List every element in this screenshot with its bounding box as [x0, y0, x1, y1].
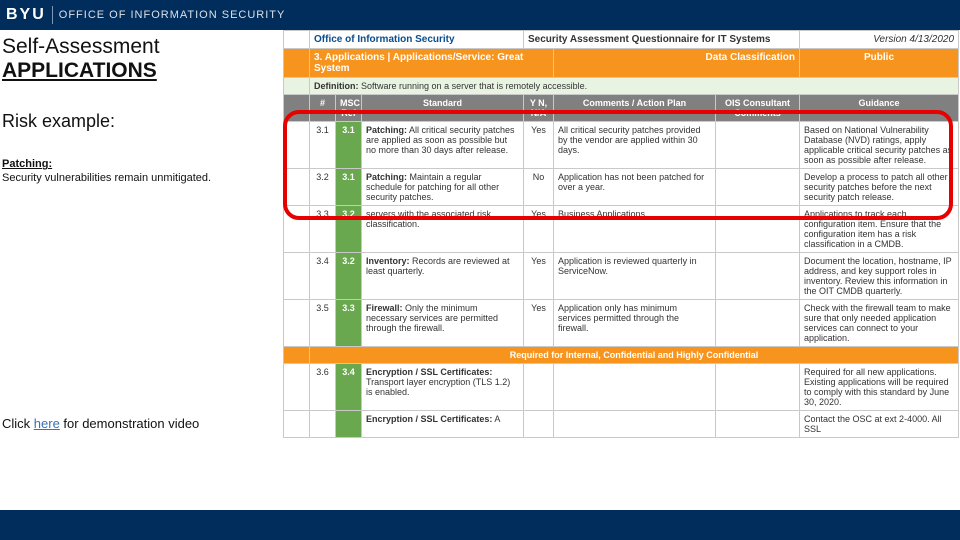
sheet-version: Version 4/13/2020: [800, 31, 959, 49]
row-num: 3.2: [310, 169, 336, 206]
row-guidance: Check with the firewall team to make sur…: [800, 300, 959, 347]
row-msc: 3.4: [336, 364, 362, 411]
patch-text: Security vulnerabilities remain unmitiga…: [2, 172, 211, 184]
row-ois: [716, 300, 800, 347]
row-standard: Encryption / SSL Certificates: Transport…: [362, 364, 524, 411]
row-ois: [716, 364, 800, 411]
row-comment: [554, 411, 716, 438]
top-banner: BYU OFFICE OF INFORMATION SECURITY: [0, 0, 960, 30]
col-ois: OIS Consultant Comments: [716, 95, 800, 122]
row-comment: All critical security patches provided b…: [554, 122, 716, 169]
title-line1: Self-Assessment: [2, 34, 275, 59]
row-comment: Application has not been patched for ove…: [554, 169, 716, 206]
row-num: 3.4: [310, 253, 336, 300]
row-num: [310, 411, 336, 438]
patch-block: Patching: Security vulnerabilities remai…: [2, 158, 275, 186]
assessment-table: Office of Information Security Security …: [283, 30, 959, 438]
row-guidance: Based on National Vulnerability Database…: [800, 122, 959, 169]
office-title: OFFICE OF INFORMATION SECURITY: [53, 9, 286, 21]
row-comment: [554, 364, 716, 411]
definition-row: Definition: Software running on a server…: [284, 78, 959, 95]
row-comment: Business Applications.: [554, 206, 716, 253]
col-guidance: Guidance: [800, 95, 959, 122]
row-msc: 3.1: [336, 169, 362, 206]
def-label: Definition:: [314, 81, 359, 91]
row-standard: Patching: Maintain a regular schedule fo…: [362, 169, 524, 206]
orange-bar-text: Required for Internal, Confidential and …: [310, 347, 959, 364]
row-comment: Application is reviewed quarterly in Ser…: [554, 253, 716, 300]
table-row: Encryption / SSL Certificates: A Contact …: [284, 411, 959, 438]
row-num: 3.1: [310, 122, 336, 169]
row-guidance: Required for all new applications. Exist…: [800, 364, 959, 411]
row-yn: No: [524, 169, 554, 206]
table-row: 3.63.4Encryption / SSL Certificates: Tra…: [284, 364, 959, 411]
col-msc: MSC Ref: [336, 95, 362, 122]
col-yn: Y N, N/A: [524, 95, 554, 122]
row-yn: [524, 411, 554, 438]
column-headers: # MSC Ref Standard Y N, N/A Comments / A…: [284, 95, 959, 122]
table-row: 3.23.1Patching: Maintain a regular sched…: [284, 169, 959, 206]
left-panel: Self-Assessment APPLICATIONS Risk exampl…: [0, 30, 283, 510]
row-num: 3.3: [310, 206, 336, 253]
row-msc: 3.3: [336, 300, 362, 347]
row-ois: [716, 122, 800, 169]
title-line2: APPLICATIONS: [2, 59, 275, 83]
demo-link[interactable]: here: [34, 416, 60, 431]
row-standard: servers with the associated risk classif…: [362, 206, 524, 253]
sheet-top-row: Office of Information Security Security …: [284, 31, 959, 49]
footer-bar: [0, 510, 960, 540]
row-num: 3.6: [310, 364, 336, 411]
row-standard: Patching: All critical security patches …: [362, 122, 524, 169]
row-msc: [336, 411, 362, 438]
dc-value: Public: [800, 49, 959, 78]
patch-label: Patching:: [2, 158, 52, 170]
row-guidance: Contact the OSC at ext 2-4000. All SSL: [800, 411, 959, 438]
row-standard: Inventory: Records are reviewed at least…: [362, 253, 524, 300]
risk-heading: Risk example:: [2, 111, 275, 132]
demo-pre: Click: [2, 416, 34, 431]
page-body: Self-Assessment APPLICATIONS Risk exampl…: [0, 30, 960, 510]
row-ois: [716, 411, 800, 438]
row-yn: [524, 364, 554, 411]
section-label: 3. Applications | Applications/Service: …: [310, 49, 554, 78]
def-text: Software running on a server that is rem…: [361, 81, 587, 91]
col-standard: Standard: [362, 95, 524, 122]
row-yn: Yes: [524, 300, 554, 347]
row-num: 3.5: [310, 300, 336, 347]
table-row: 3.33.2 servers with the associated risk …: [284, 206, 959, 253]
definition-cell: Definition: Software running on a server…: [310, 78, 959, 95]
row-yn: Yes: [524, 122, 554, 169]
row-yn: Yes: [524, 253, 554, 300]
right-panel: Office of Information Security Security …: [283, 30, 960, 510]
row-msc: 3.1: [336, 122, 362, 169]
row-msc: 3.2: [336, 206, 362, 253]
sheet-office: Office of Information Security: [310, 31, 524, 49]
row-ois: [716, 206, 800, 253]
orange-bar: Required for Internal, Confidential and …: [284, 347, 959, 364]
table-row: 3.13.1Patching: All critical security pa…: [284, 122, 959, 169]
row-guidance: Document the location, hostname, IP addr…: [800, 253, 959, 300]
row-guidance: Applications to track each configuration…: [800, 206, 959, 253]
row-msc: 3.2: [336, 253, 362, 300]
row-standard: Encryption / SSL Certificates: A: [362, 411, 524, 438]
row-ois: [716, 253, 800, 300]
row-guidance: Develop a process to patch all other sec…: [800, 169, 959, 206]
col-num: #: [310, 95, 336, 122]
byu-logo: BYU: [6, 6, 53, 24]
table-row: 3.43.2Inventory: Records are reviewed at…: [284, 253, 959, 300]
demo-line: Click here for demonstration video: [2, 416, 275, 433]
table-row: 3.53.3Firewall: Only the minimum necessa…: [284, 300, 959, 347]
row-ois: [716, 169, 800, 206]
row-standard: Firewall: Only the minimum necessary ser…: [362, 300, 524, 347]
row-comment: Application only has minimum services pe…: [554, 300, 716, 347]
sheet-subheader: 3. Applications | Applications/Service: …: [284, 49, 959, 78]
demo-post: for demonstration video: [60, 416, 199, 431]
sheet-questionnaire: Security Assessment Questionnaire for IT…: [524, 31, 800, 49]
dc-label: Data Classification: [554, 49, 800, 78]
row-yn: Yes: [524, 206, 554, 253]
col-comments: Comments / Action Plan: [554, 95, 716, 122]
